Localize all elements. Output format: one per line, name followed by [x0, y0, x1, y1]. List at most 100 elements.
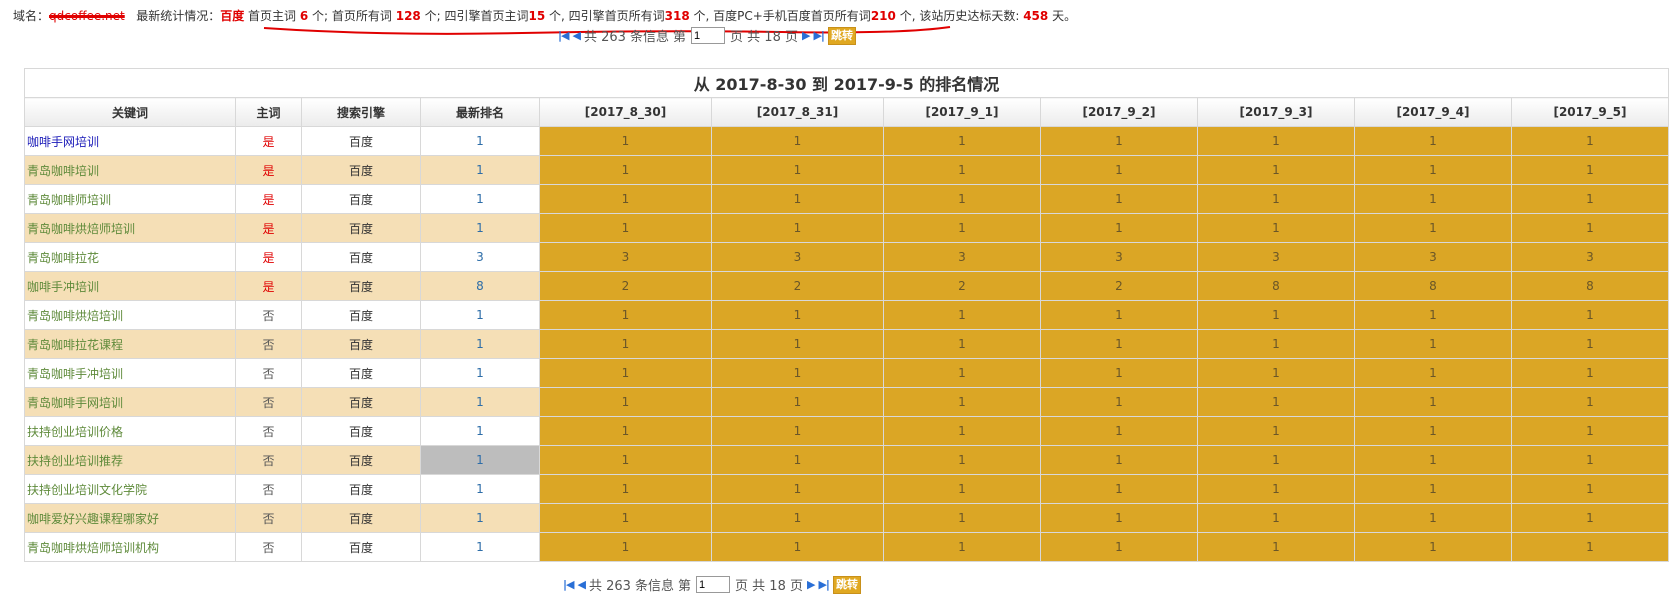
keyword-cell: 青岛咖啡培训: [24, 155, 236, 185]
daily-rank-cell: 1: [711, 532, 884, 562]
table-row: 青岛咖啡培训是百度 1 1 1 1 1 1 1 1: [24, 155, 1669, 185]
daily-rank-cell: 1: [883, 213, 1041, 243]
main-word-cell: 否: [235, 532, 302, 562]
column-header: [2017_9_2]: [1040, 97, 1198, 127]
latest-rank-cell: 1: [420, 445, 540, 475]
daily-rank-cell: 1: [1040, 213, 1198, 243]
daily-rank-cell: 1: [711, 503, 884, 533]
daily-rank-cell: 8: [1354, 271, 1512, 301]
go-button[interactable]: 跳转: [832, 575, 861, 594]
engine-cell: 百度: [301, 271, 421, 301]
table-row: 咖啡爱好兴趣课程哪家好否百度 1 1 1 1 1 1 1 1: [24, 503, 1669, 533]
daily-rank-cell: 1: [711, 155, 884, 185]
keyword-link[interactable]: 青岛咖啡烘焙师培训: [27, 222, 135, 236]
engine-cell: 百度: [301, 242, 421, 272]
pager-page-prefix: 第: [673, 30, 687, 45]
daily-rank-cell: 1: [1197, 387, 1355, 417]
daily-rank-cell: 1: [883, 358, 1041, 388]
domain-value-redacted: qdcoffee.net: [49, 9, 125, 23]
daily-rank-cell: 1: [711, 184, 884, 214]
daily-rank-cell: 1: [1511, 184, 1669, 214]
daily-rank-cell: 1: [1040, 329, 1198, 359]
keyword-cell: 扶持创业培训文化学院: [24, 474, 236, 504]
stat-four-all: 318: [664, 9, 690, 23]
engine-cell: 百度: [301, 532, 421, 562]
prev-page-icon[interactable]: ◀: [577, 578, 586, 591]
keyword-link[interactable]: 青岛咖啡师培训: [27, 193, 111, 207]
daily-rank-cell: 1: [1197, 474, 1355, 504]
table-row: 扶持创业培训价格否百度 1 1 1 1 1 1 1 1: [24, 416, 1669, 446]
domain-label: 域名：: [13, 9, 50, 23]
latest-rank-cell: 1: [420, 358, 540, 388]
daily-rank-cell: 1: [1511, 155, 1669, 185]
last-page-icon[interactable]: ▶|: [818, 578, 830, 591]
main-word-cell: 是: [235, 155, 302, 185]
keyword-link[interactable]: 青岛咖啡手网培训: [27, 396, 123, 410]
daily-rank-cell: 3: [711, 242, 884, 272]
latest-rank-cell: 1: [420, 300, 540, 330]
keyword-link[interactable]: 青岛咖啡拉花: [27, 251, 99, 265]
first-page-icon[interactable]: |◀: [563, 578, 575, 591]
daily-rank-cell: 1: [539, 503, 712, 533]
daily-rank-cell: 1: [1354, 474, 1512, 504]
go-button[interactable]: 跳转: [827, 26, 856, 45]
next-page-icon[interactable]: ▶: [802, 29, 811, 42]
latest-rank-cell: 1: [420, 474, 540, 504]
daily-rank-cell: 1: [539, 532, 712, 562]
latest-rank-cell: 1: [420, 532, 540, 562]
page-number-input[interactable]: [691, 27, 726, 44]
keyword-cell: 咖啡手冲培训: [24, 271, 236, 301]
daily-rank-cell: 1: [1511, 445, 1669, 475]
keyword-link[interactable]: 扶持创业培训价格: [27, 425, 123, 439]
table-title: 从 2017-8-30 到 2017-9-5 的排名情况: [24, 68, 1669, 98]
keyword-link[interactable]: 咖啡手冲培训: [27, 280, 99, 294]
daily-rank-cell: 1: [1040, 155, 1198, 185]
last-page-icon[interactable]: ▶|: [813, 29, 825, 42]
daily-rank-cell: 1: [539, 300, 712, 330]
column-header: 主词: [235, 97, 302, 127]
daily-rank-cell: 2: [1040, 271, 1198, 301]
keyword-link[interactable]: 咖啡爱好兴趣课程哪家好: [27, 512, 159, 526]
keyword-link[interactable]: 咖啡手网培训: [27, 135, 99, 149]
engine-cell: 百度: [301, 474, 421, 504]
next-page-icon[interactable]: ▶: [807, 578, 816, 591]
daily-rank-cell: 1: [883, 532, 1041, 562]
keyword-link[interactable]: 青岛咖啡培训: [27, 164, 99, 178]
keyword-link[interactable]: 扶持创业培训推荐: [27, 454, 123, 468]
keyword-link[interactable]: 青岛咖啡烘焙师培训机构: [27, 541, 159, 555]
daily-rank-cell: 1: [711, 387, 884, 417]
first-page-icon[interactable]: |◀: [558, 29, 570, 42]
keyword-link[interactable]: 青岛咖啡拉花课程: [27, 338, 123, 352]
keyword-link[interactable]: 青岛咖啡烘焙培训: [27, 309, 123, 323]
keyword-link[interactable]: 扶持创业培训文化学院: [27, 483, 147, 497]
engine-cell: 百度: [301, 445, 421, 475]
keyword-cell: 青岛咖啡手冲培训: [24, 358, 236, 388]
latest-rank-cell: 8: [420, 271, 540, 301]
daily-rank-cell: 1: [711, 126, 884, 156]
daily-rank-cell: 1: [539, 213, 712, 243]
daily-rank-cell: 1: [1197, 445, 1355, 475]
column-header: 关键词: [24, 97, 236, 127]
daily-rank-cell: 1: [1511, 300, 1669, 330]
engine-cell: 百度: [301, 155, 421, 185]
daily-rank-cell: 1: [711, 358, 884, 388]
table-row: 青岛咖啡拉花课程否百度 1 1 1 1 1 1 1 1: [24, 329, 1669, 359]
main-word-cell: 是: [235, 271, 302, 301]
main-word-cell: 否: [235, 474, 302, 504]
page-number-input[interactable]: [696, 576, 731, 593]
table-row: 青岛咖啡师培训是百度 1 1 1 1 1 1 1 1: [24, 184, 1669, 214]
daily-rank-cell: 1: [539, 416, 712, 446]
table-header-row: 关键词 主词 搜索引擎 最新排名 [2017_8_30] [2017_8_31] [2017…: [24, 97, 1669, 127]
daily-rank-cell: 1: [1354, 213, 1512, 243]
daily-rank-cell: 1: [883, 126, 1041, 156]
column-header: [2017_9_5]: [1511, 97, 1669, 127]
daily-rank-cell: 1: [1197, 155, 1355, 185]
main-word-cell: 是: [235, 242, 302, 272]
engine-cell: 百度: [301, 213, 421, 243]
prev-page-icon[interactable]: ◀: [572, 29, 581, 42]
latest-rank-cell: 1: [420, 416, 540, 446]
keyword-link[interactable]: 青岛咖啡手冲培训: [27, 367, 123, 381]
stat-text: 个, 四引擎首页所有词: [545, 9, 665, 23]
engine-cell: 百度: [301, 184, 421, 214]
column-header: [2017_8_31]: [711, 97, 884, 127]
